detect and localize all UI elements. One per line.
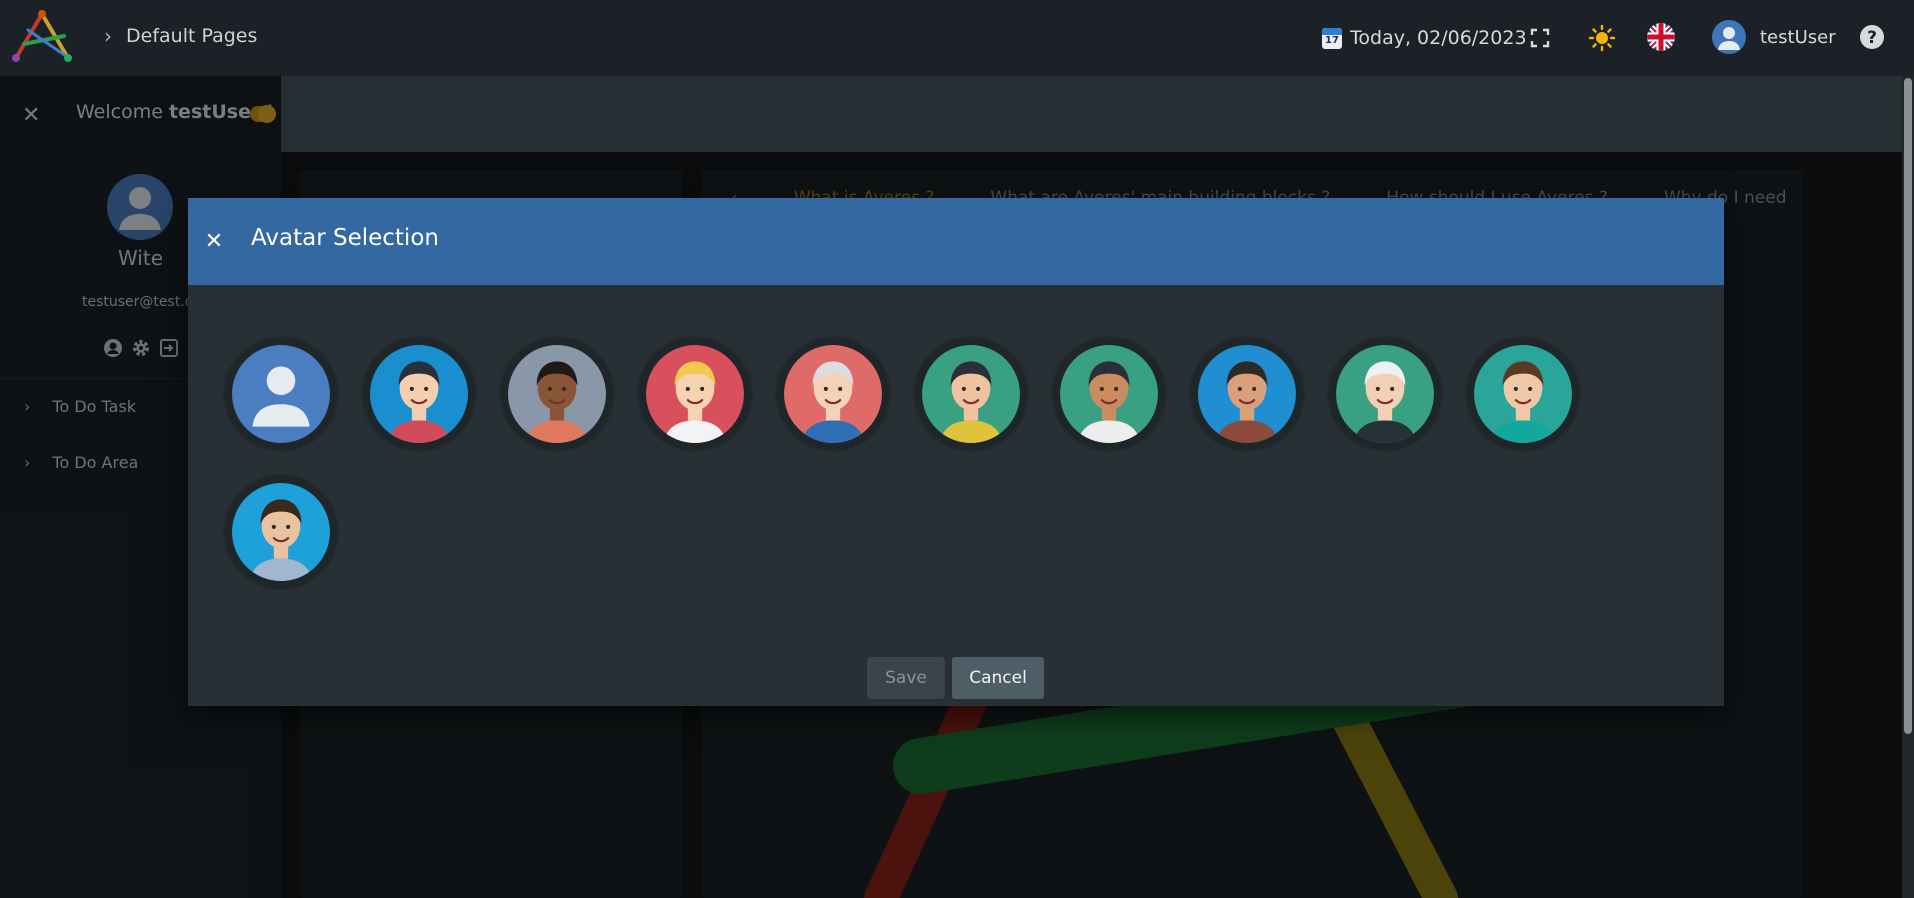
woman-afro-avatar[interactable]	[501, 338, 613, 450]
woman-black-hair-avatar-image	[370, 345, 468, 443]
businessman-avatar[interactable]	[225, 476, 337, 588]
default-avatar-image	[232, 345, 330, 443]
help-icon[interactable]: ?	[1858, 23, 1886, 51]
man-glasses-avatar-image	[1474, 345, 1572, 443]
user-avatar	[1712, 20, 1746, 54]
app-logo[interactable]	[8, 8, 76, 68]
page-scrollbar[interactable]	[1902, 76, 1914, 898]
uk-flag-icon[interactable]	[1646, 22, 1676, 52]
grandma-avatar[interactable]	[777, 338, 889, 450]
user-name: testUser	[1760, 26, 1836, 48]
breadcrumb: › Default Pages	[104, 24, 257, 48]
bearded-man-avatar-image	[1198, 345, 1296, 443]
date-label: Today, 02/06/2023	[1350, 27, 1527, 49]
breadcrumb-item[interactable]: Default Pages	[126, 25, 257, 47]
default-avatar[interactable]	[225, 338, 337, 450]
save-button[interactable]: Save	[867, 657, 945, 699]
man-shirt-tie-avatar[interactable]	[1053, 338, 1165, 450]
cancel-button[interactable]: Cancel	[952, 657, 1044, 699]
woman-blonde-avatar[interactable]	[639, 338, 751, 450]
girl-ponytail-avatar[interactable]	[915, 338, 1027, 450]
sun-icon[interactable]	[1588, 24, 1616, 52]
bearded-man-avatar[interactable]	[1191, 338, 1303, 450]
grandpa-avatar[interactable]	[1329, 338, 1441, 450]
woman-black-hair-avatar[interactable]	[363, 338, 475, 450]
scrollbar-thumb[interactable]	[1904, 78, 1912, 734]
chevron-right-icon: ›	[104, 24, 112, 48]
top-bar: › Default Pages 17 Today, 02/06/2023 tes…	[0, 0, 1914, 76]
avatar-selection-dialog: ✕ Avatar Selection Save Cancel	[188, 198, 1724, 706]
svg-text:?: ?	[1867, 28, 1877, 48]
dialog-header: ✕ Avatar Selection	[188, 198, 1724, 285]
businessman-avatar-image	[232, 483, 330, 581]
man-glasses-avatar[interactable]	[1467, 338, 1579, 450]
calendar-icon: 17	[1322, 27, 1342, 49]
girl-ponytail-avatar-image	[922, 345, 1020, 443]
woman-blonde-avatar-image	[646, 345, 744, 443]
fullscreen-icon[interactable]	[1526, 24, 1554, 52]
grandma-avatar-image	[784, 345, 882, 443]
woman-afro-avatar-image	[508, 345, 606, 443]
date-display: 17 Today, 02/06/2023	[1322, 0, 1527, 76]
close-icon[interactable]: ✕	[198, 225, 230, 257]
grandpa-avatar-image	[1336, 345, 1434, 443]
user-menu[interactable]: testUser	[1712, 20, 1836, 54]
dialog-title: Avatar Selection	[251, 225, 439, 251]
man-shirt-tie-avatar-image	[1060, 345, 1158, 443]
